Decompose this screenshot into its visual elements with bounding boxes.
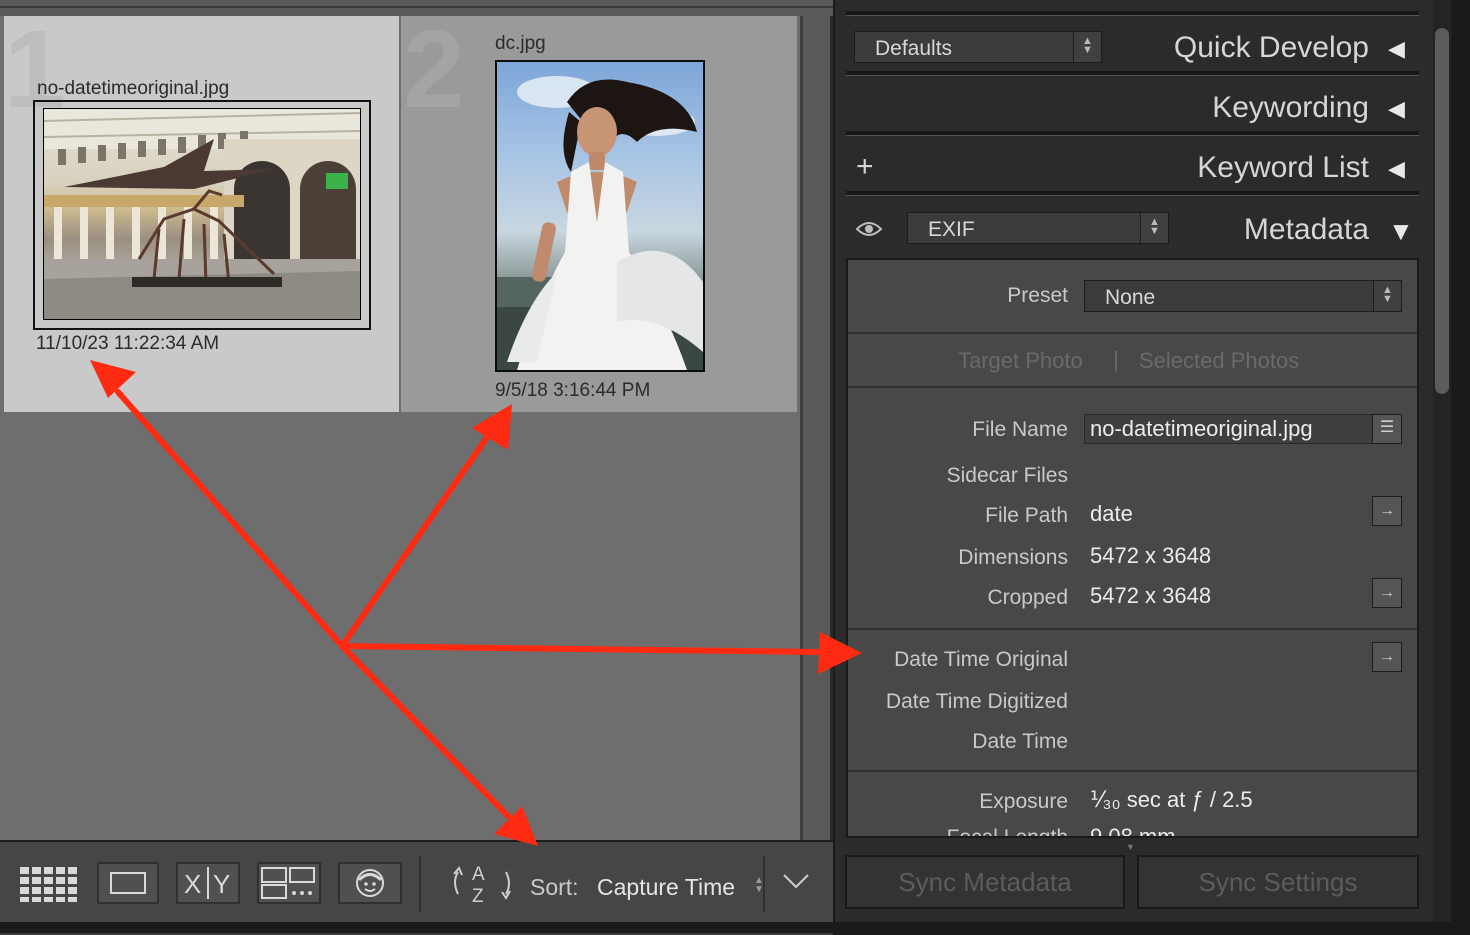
panel-divider <box>846 11 1419 16</box>
collapse-triangle-icon[interactable]: ◀ <box>1388 36 1405 62</box>
survey-view-icon[interactable] <box>257 862 321 904</box>
metadata-view-value: EXIF <box>928 218 975 241</box>
loupe-view-icon[interactable] <box>97 862 159 904</box>
dimensions-label: Dimensions <box>958 546 1068 569</box>
select-stepper-icon: ▲ ▼ <box>1373 281 1401 311</box>
collapse-triangle-icon[interactable]: ◀ <box>1388 96 1405 122</box>
select-stepper-icon: ▲ ▼ <box>1073 32 1101 62</box>
go-to-arrow-icon[interactable]: → <box>1372 496 1402 526</box>
svg-text:X: X <box>184 869 201 899</box>
file-name-value: no-datetimeoriginal.jpg <box>1090 416 1313 441</box>
target-separator: | <box>1113 347 1119 372</box>
sidecar-files-label: Sidecar Files <box>946 464 1068 487</box>
file-path-value: date <box>1090 501 1133 526</box>
filmstrip-toolbar: X Y A Z Sort: Capture Time ▲ ▼ <box>0 840 833 935</box>
panel-title-keyword-list[interactable]: Keyword List <box>1197 151 1369 185</box>
toolbar-separator <box>763 856 765 912</box>
svg-text:A: A <box>472 864 485 885</box>
collapse-triangle-icon[interactable]: ◀ <box>1388 156 1405 182</box>
section-divider <box>848 770 1417 772</box>
date-time-digitized-label: Date Time Digitized <box>885 690 1068 713</box>
sort-label: Sort: <box>530 874 579 900</box>
metadata-panel-body: Preset None ▲ ▼ Target Photo | Selected P… <box>846 258 1419 838</box>
section-divider <box>848 332 1417 334</box>
sort-direction-icon[interactable]: A Z <box>447 862 517 906</box>
thumbnail-museum-photo[interactable] <box>43 108 361 320</box>
cell-capture-date: 9/5/18 3:16:44 PM <box>495 380 651 401</box>
go-to-arrow-icon[interactable]: → <box>1372 578 1402 608</box>
select-stepper-icon: ▲ ▼ <box>1140 213 1168 243</box>
exposure-label: Exposure <box>979 790 1068 813</box>
cell-filename: dc.jpg <box>495 33 546 54</box>
eye-icon[interactable] <box>855 218 883 245</box>
file-name-label: File Name <box>972 418 1068 441</box>
thumbnail-frame[interactable] <box>33 100 371 330</box>
cell-filename: no-datetimeoriginal.jpg <box>37 78 230 99</box>
cropped-value: 5472 x 3648 <box>1090 583 1212 608</box>
metadata-preset-value: None <box>1105 286 1156 309</box>
sync-settings-button[interactable]: Sync Settings <box>1137 855 1419 909</box>
focal-length-value: 9.08 mm <box>1090 824 1176 838</box>
library-grid: 1 no-datetimeoriginal.jpg 11/10/23 11:22… <box>0 0 833 840</box>
panel-title-metadata[interactable]: Metadata <box>1244 213 1369 247</box>
preset-select-value: Defaults <box>875 37 953 60</box>
panel-title-quick-develop[interactable]: Quick Develop <box>1174 31 1369 65</box>
file-path-label: File Path <box>985 504 1068 527</box>
cropped-label: Cropped <box>987 586 1068 609</box>
grid-scroll-gutter <box>800 16 833 840</box>
scrollbar-thumb[interactable] <box>1435 28 1449 394</box>
date-time-label: Date Time <box>972 730 1068 753</box>
add-keyword-plus-icon[interactable]: + <box>856 150 874 184</box>
focal-length-label: Focal Length <box>946 826 1068 838</box>
svg-text:Z: Z <box>472 886 484 906</box>
compare-view-icon[interactable]: X Y <box>176 862 240 904</box>
grid-cell-1[interactable]: 1 no-datetimeoriginal.jpg 11/10/23 11:22… <box>4 8 399 412</box>
panel-divider <box>846 131 1419 136</box>
panel-divider <box>846 191 1419 196</box>
metadata-view-select[interactable]: EXIF ▲ ▼ <box>907 212 1169 244</box>
toolbar-body: X Y A Z Sort: Capture Time ▲ ▼ <box>0 842 833 924</box>
grid-cell-2[interactable]: 2 dc.jpg 9/5/18 3:16:44 PM <box>401 8 797 412</box>
panel-resize-handle-icon[interactable]: ▼ <box>1126 842 1135 852</box>
svg-text:Y: Y <box>213 869 230 899</box>
go-to-arrow-icon[interactable]: → <box>1372 642 1402 672</box>
exposure-value: ⅟₃₀ sec at ƒ / 2.5 <box>1090 787 1253 812</box>
cell-capture-date: 11/10/23 11:22:34 AM <box>36 333 220 354</box>
metadata-preset-select[interactable]: None ▲ ▼ <box>1084 280 1402 312</box>
people-view-icon[interactable] <box>338 862 402 904</box>
list-icon[interactable]: ☰ <box>1372 414 1402 444</box>
window-bottom-edge <box>0 922 1470 933</box>
date-time-original-label: Date Time Original <box>894 648 1068 671</box>
selected-photos-button[interactable]: Selected Photos <box>1139 348 1299 374</box>
grid-view-icon[interactable] <box>20 862 80 904</box>
panel-divider <box>846 71 1419 76</box>
dimensions-value: 5472 x 3648 <box>1090 543 1212 568</box>
toolbar-separator <box>419 856 421 912</box>
panel-title-keywording[interactable]: Keywording <box>1212 91 1369 125</box>
cell-index-number: 2 <box>403 8 464 131</box>
section-divider <box>848 628 1417 630</box>
sort-criteria-select[interactable]: Capture Time <box>597 874 735 901</box>
preset-label: Preset <box>1007 284 1068 307</box>
quick-develop-preset-select[interactable]: Defaults ▲ ▼ <box>854 31 1102 63</box>
expand-triangle-icon[interactable]: ▼ <box>1388 216 1414 247</box>
thumbnail-portrait-photo[interactable] <box>495 60 705 372</box>
sync-metadata-button[interactable]: Sync Metadata <box>845 855 1125 909</box>
target-photo-button[interactable]: Target Photo <box>958 348 1083 374</box>
section-divider <box>848 386 1417 388</box>
toolbar-menu-chevron-icon[interactable] <box>782 872 810 895</box>
